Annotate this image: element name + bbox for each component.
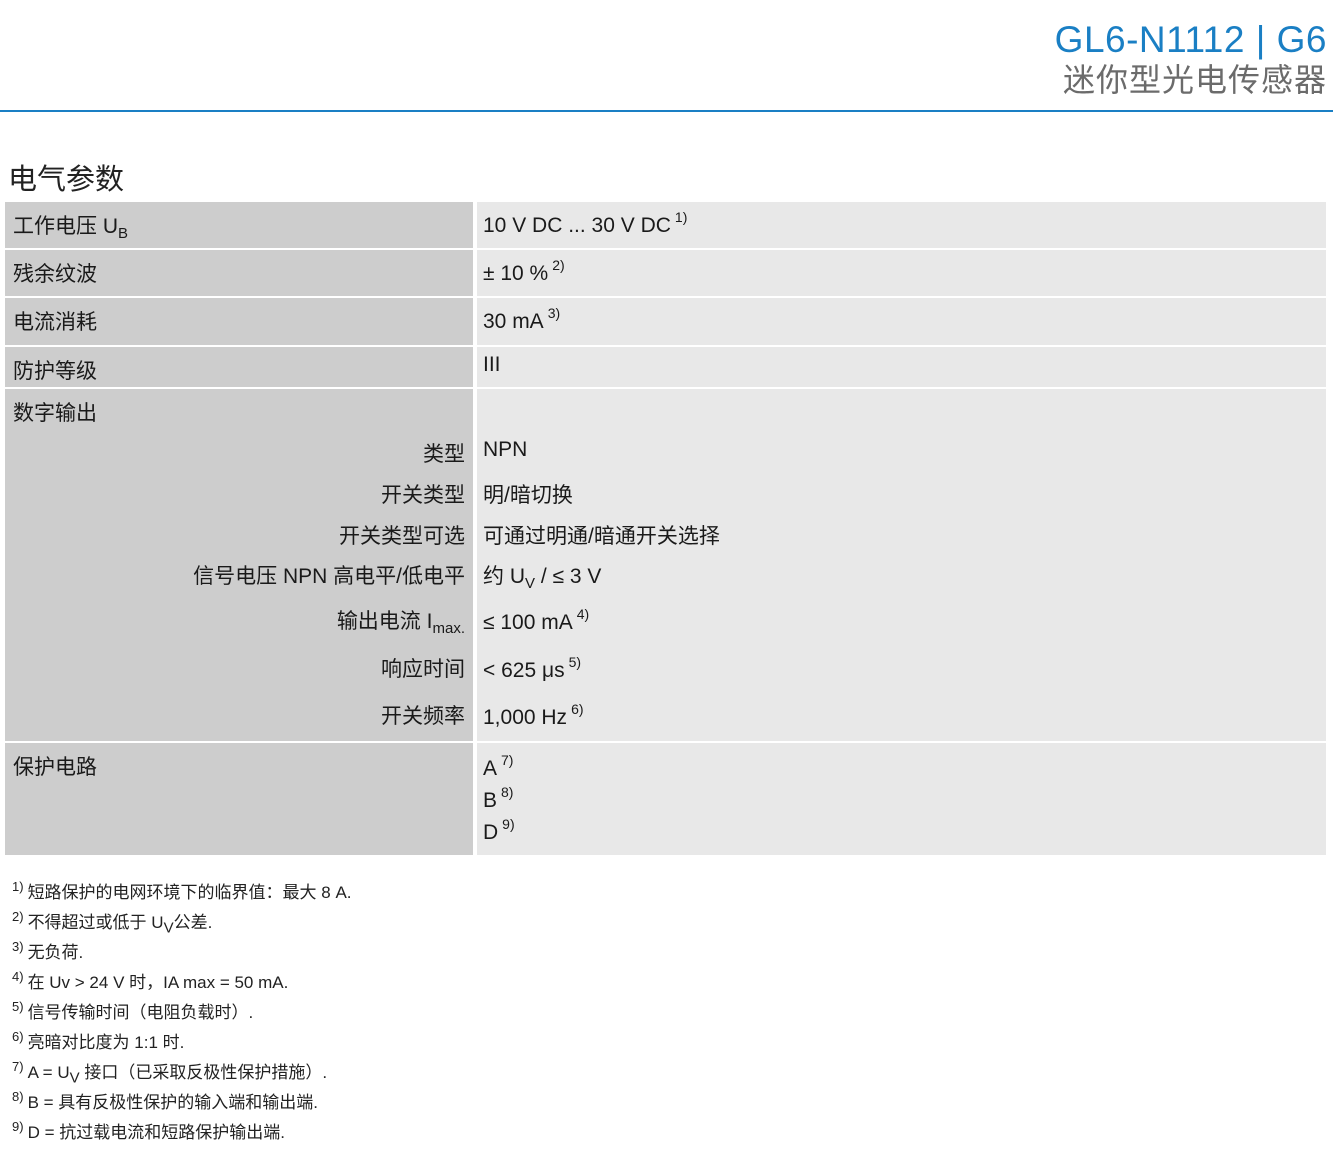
footnote-ref: 1) [674, 209, 688, 225]
spec-row-switching-frequency: 开关频率 1,000 Hz 6) [5, 693, 1326, 743]
footnote-2: 2) 不得超过或低于 UV公差. [12, 909, 213, 937]
footnote-ref: 8) [501, 784, 514, 800]
header-rule [0, 110, 1333, 112]
footnote-ref: 6) [571, 701, 584, 717]
footnotes: 1) 短路保护的电网环境下的临界值：最大 8 A. 2) 不得超过或低于 UV公差.… [12, 878, 352, 1148]
spec-label: 类型 [423, 443, 465, 466]
spec-row-ripple: 残余纹波 ± 10 % 2) [5, 250, 1326, 298]
footnote-5: 5) 信号传输时间（电阻负载时）. [12, 999, 254, 1022]
spec-row-protection-class: 防护等级 III [5, 347, 1326, 389]
spec-label: 工作电压 UB [13, 215, 129, 243]
footnote-ref: 7) [501, 752, 514, 768]
protective-circuit-a: A 7) [483, 752, 514, 780]
spec-row-switching-option: 开关类型可选 可通过明通/暗通开关选择 [5, 513, 1326, 553]
spec-label: 防护等级 [13, 360, 97, 383]
spec-value: ± 10 % 2) [483, 257, 565, 285]
spec-label: 残余纹波 [13, 263, 97, 286]
spec-row-digital-output: 数字输出 [5, 389, 1326, 431]
spec-row-output-current: 输出电流 Imax. ≤ 100 mA 4) [5, 597, 1326, 645]
spec-value: 约 UV / ≤ 3 V [483, 565, 602, 593]
spec-label: 开关频率 [381, 705, 465, 728]
spec-value: < 625 μs 5) [483, 654, 582, 682]
spec-row-response-time: 响应时间 < 625 μs 5) [5, 645, 1326, 693]
spec-row-signal-voltage: 信号电压 NPN 高电平/低电平 约 UV / ≤ 3 V [5, 553, 1326, 597]
footnote-6: 6) 亮暗对比度为 1:1 时. [12, 1029, 185, 1052]
spec-label: 开关类型 [381, 484, 465, 507]
footnote-3: 3) 无负荷. [12, 939, 84, 962]
spec-value: ≤ 100 mA 4) [483, 606, 590, 634]
footnote-ref: 9) [502, 816, 515, 832]
footnote-1: 1) 短路保护的电网环境下的临界值：最大 8 A. [12, 879, 352, 902]
document-header: GL6-N1112 | G6 迷你型光电传感器 [1055, 18, 1327, 98]
product-subtitle: 迷你型光电传感器 [1062, 62, 1327, 98]
spec-table: 工作电压 UB 10 V DC ... 30 V DC 1) 残余纹波 ± 10 … [5, 202, 1326, 855]
spec-row-current-consumption: 电流消耗 30 mA 3) [5, 298, 1326, 347]
spec-row-switching-type: 开关类型 明/暗切换 [5, 472, 1326, 513]
product-title: GL6-N1112 | G6 [1054, 19, 1327, 60]
section-title: 电气参数 [8, 164, 125, 196]
spec-value: 可通过明通/暗通开关选择 [483, 525, 720, 548]
spec-value: 1,000 Hz 6) [483, 701, 584, 729]
spec-label: 输出电流 Imax. [336, 610, 465, 638]
spec-label: 开关类型可选 [339, 525, 465, 548]
spec-label: 数字输出 [13, 402, 97, 425]
spec-value: 30 mA 3) [483, 305, 561, 333]
spec-row-type: 类型 NPN [5, 431, 1326, 472]
spec-label: 响应时间 [381, 658, 465, 681]
spec-row-supply-voltage: 工作电压 UB 10 V DC ... 30 V DC 1) [5, 202, 1326, 250]
spec-value: III [483, 353, 501, 376]
footnote-7: 7) A = UV 接口（已采取反极性保护措施）. [12, 1059, 328, 1087]
spec-label: 信号电压 NPN 高电平/低电平 [193, 565, 465, 588]
footnote-ref: 2) [552, 257, 565, 273]
footnote-9: 9) D = 抗过载电流和短路保护输出端. [12, 1119, 285, 1142]
footnote-4: 4) 在 Uv > 24 V 时，IA max = 50 mA. [12, 969, 289, 992]
spec-value: 10 V DC ... 30 V DC 1) [483, 209, 688, 237]
spec-label: 保护电路 [13, 756, 97, 779]
protective-circuit-b: B 8) [483, 784, 514, 812]
spec-value: NPN [483, 438, 528, 461]
footnote-ref: 4) [576, 606, 590, 622]
footnote-8: 8) B = 具有反极性保护的输入端和输出端. [12, 1089, 318, 1112]
spec-label: 电流消耗 [13, 311, 97, 334]
footnote-ref: 5) [568, 654, 582, 670]
spec-value: 明/暗切换 [483, 484, 573, 507]
spec-row-protective-circuits: 保护电路 A 7) B 8) D 9) [5, 743, 1326, 855]
protective-circuit-d: D 9) [483, 816, 515, 844]
footnote-ref: 3) [547, 305, 561, 321]
